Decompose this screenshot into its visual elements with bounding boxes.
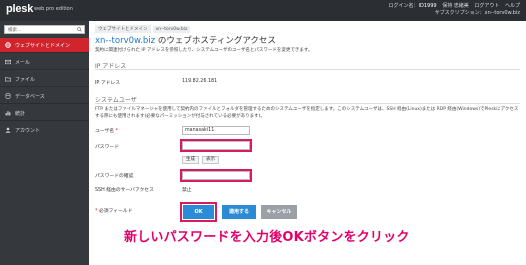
sysuser-description: FTP またはファイルマネージャを使用して契約内のファイルとフォルダを管理するた… xyxy=(95,107,519,119)
subscription-select[interactable]: xn--torv0w.biz xyxy=(485,10,520,16)
title-domain: xn--torv0w.biz xyxy=(95,36,156,46)
search-input[interactable]: 検索... xyxy=(4,25,85,34)
generate-button[interactable]: 生成 xyxy=(182,156,199,164)
password-highlight xyxy=(180,139,252,152)
breadcrumb-item[interactable]: ウェブサイトとドメイン xyxy=(95,25,151,33)
subscription-label: サブスクリプション： xyxy=(434,10,485,16)
divider xyxy=(0,52,89,53)
ssh-access-value: 禁止 xyxy=(182,188,192,193)
globe-icon xyxy=(5,42,11,48)
search-placeholder: 検索... xyxy=(8,28,22,33)
title-text: のウェブホスティングアクセス xyxy=(155,36,276,46)
database-icon xyxy=(5,93,11,99)
mail-icon xyxy=(5,59,11,65)
login-id: ID1999 xyxy=(418,3,437,9)
confirm-password-label: パスワードの確認 xyxy=(95,174,134,179)
sidebar-item-label: 統計 xyxy=(15,111,26,117)
divider xyxy=(95,69,520,70)
show-button[interactable]: 表示 xyxy=(202,156,219,164)
logout-link[interactable]: ログアウト xyxy=(474,3,499,9)
account-info: ログイン名：ID1999 保持 忠緒美 ログアウト ヘルプ サブスクリプション：… xyxy=(385,3,520,17)
breadcrumb: ウェブサイトとドメイン xn--torv0w.biz xyxy=(95,25,192,33)
divider xyxy=(0,103,89,104)
required-note: * 必須フィールド xyxy=(95,209,133,214)
login-label: ログイン名： xyxy=(388,3,419,9)
divider xyxy=(95,103,520,104)
sidebar: 検索... ウェブサイトとドメイン メール ファイル データベース 統計 アカウ… xyxy=(0,21,89,265)
username-field[interactable]: manasaki11 xyxy=(182,126,250,135)
page-title: xn--torv0w.biz のウェブホスティングアクセス xyxy=(95,34,276,46)
sidebar-item-databases[interactable]: データベース xyxy=(0,89,89,103)
sidebar-item-label: ファイル xyxy=(15,77,36,83)
sidebar-item-files[interactable]: ファイル xyxy=(0,72,89,86)
account-icon xyxy=(5,127,11,133)
confirm-password-highlight xyxy=(180,169,252,182)
sidebar-item-label: データベース xyxy=(15,94,45,100)
instruction-caption: 新しいパスワードを入力後OKボタンをクリック xyxy=(124,230,410,245)
sidebar-item-mail[interactable]: メール xyxy=(0,55,89,69)
page-description: 契約に関連付けられた IP アドレスを参照したり、システムユーザのユーザ名とパス… xyxy=(95,48,313,53)
cancel-button[interactable]: キャンセル xyxy=(261,205,297,219)
ok-button[interactable]: OK xyxy=(183,205,214,219)
sidebar-item-stats[interactable]: 統計 xyxy=(0,106,89,120)
sidebar-item-label: ウェブサイトとドメイン xyxy=(15,43,71,49)
help-link[interactable]: ヘルプ xyxy=(505,3,520,9)
divider xyxy=(0,69,89,70)
sidebar-item-account[interactable]: アカウント xyxy=(0,123,89,137)
divider xyxy=(0,86,89,87)
divider xyxy=(0,120,89,121)
sidebar-item-label: アカウント xyxy=(15,128,41,134)
ip-label: IP アドレス xyxy=(95,81,121,86)
breadcrumb-item[interactable]: xn--torv0w.biz xyxy=(152,26,191,33)
search-icon xyxy=(77,27,82,32)
plesk-logo: plesk xyxy=(6,3,34,15)
stats-icon xyxy=(5,111,11,116)
password-label: パスワード xyxy=(95,145,119,150)
sidebar-item-label: メール xyxy=(15,60,31,66)
ssh-access-label: SSH 経由のサーバアクセス xyxy=(95,188,154,193)
edition-label: web pro edition xyxy=(34,6,73,12)
folder-icon xyxy=(5,77,11,82)
apply-button[interactable]: 適用する xyxy=(222,205,256,219)
username-label: ユーザ名 * xyxy=(95,129,119,134)
top-bar: plesk web pro edition ログイン名：ID1999 保持 忠緒… xyxy=(0,0,526,21)
sidebar-item-websites[interactable]: ウェブサイトとドメイン xyxy=(0,38,89,52)
user-name-link[interactable]: 保持 忠緒美 xyxy=(442,3,469,9)
ip-value: 119.82.26.181 xyxy=(182,79,218,84)
